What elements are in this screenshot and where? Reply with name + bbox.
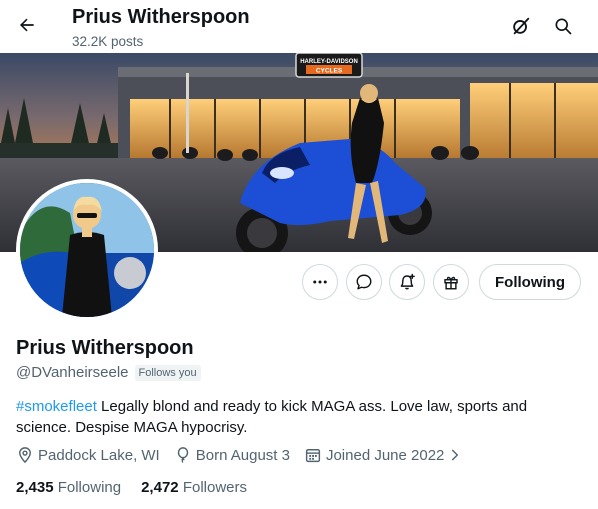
location-text: Paddock Lake, WI: [38, 446, 160, 464]
handle-row: @DVanheirseele Follows you: [16, 364, 201, 381]
header-posts-count: 32.2K posts: [72, 34, 144, 49]
followers-label: Followers: [182, 479, 247, 496]
calendar-icon: [305, 449, 321, 463]
birthday-text: Born August 3: [195, 446, 290, 464]
following-stat[interactable]: 2,435 Following: [16, 479, 121, 496]
follow-stats: 2,435 Following 2,472 Followers: [16, 479, 247, 496]
header-title: Prius Witherspoon: [72, 6, 250, 28]
back-button[interactable]: [10, 8, 44, 42]
message-icon: [356, 274, 372, 290]
grok-icon: [513, 17, 530, 35]
profile-meta: Paddock Lake, WI Born August 3 Joined Ju…: [16, 446, 476, 464]
chevron-right-icon: [452, 449, 459, 461]
bio-hashtag-link[interactable]: #smokefleet: [16, 398, 97, 415]
banner-sign-line2: CYCLES: [316, 68, 343, 75]
more-button[interactable]: [302, 264, 338, 300]
profile-handle: @DVanheirseele: [16, 364, 129, 381]
gift-icon: [444, 276, 458, 290]
profile-bio: #smokefleet Legally blond and ready to k…: [16, 396, 576, 438]
avatar-image: [20, 183, 154, 317]
search-icon: [555, 18, 572, 35]
following-button[interactable]: Following: [479, 264, 581, 300]
notifications-button[interactable]: [389, 264, 425, 300]
follows-you-badge: Follows you: [134, 364, 201, 381]
balloon-icon: [177, 447, 188, 463]
banner-sign-line1: HARLEY-DAVIDSON: [300, 59, 358, 65]
arrow-left-icon: [20, 18, 34, 32]
joined-text: Joined June 2022: [325, 446, 445, 464]
more-icon: [313, 280, 327, 284]
profile-name: Prius Witherspoon: [16, 337, 194, 359]
followers-stat[interactable]: 2,472 Followers: [141, 479, 247, 496]
top-bar: Prius Witherspoon 32.2K posts: [0, 0, 598, 53]
following-label: Following: [57, 479, 122, 496]
location-item: Paddock Lake, WI: [16, 446, 160, 464]
avatar[interactable]: [16, 179, 158, 321]
search-button[interactable]: [547, 10, 579, 42]
bell-plus-icon: [400, 273, 415, 290]
grok-button[interactable]: [505, 10, 537, 42]
message-button[interactable]: [346, 264, 382, 300]
birthday-item: Born August 3: [174, 446, 290, 464]
followers-count: 2,472: [141, 479, 179, 496]
following-count: 2,435: [16, 479, 54, 496]
subscribe-button[interactable]: [433, 264, 469, 300]
joined-item[interactable]: Joined June 2022: [304, 446, 462, 464]
location-pin-icon: [19, 447, 31, 464]
